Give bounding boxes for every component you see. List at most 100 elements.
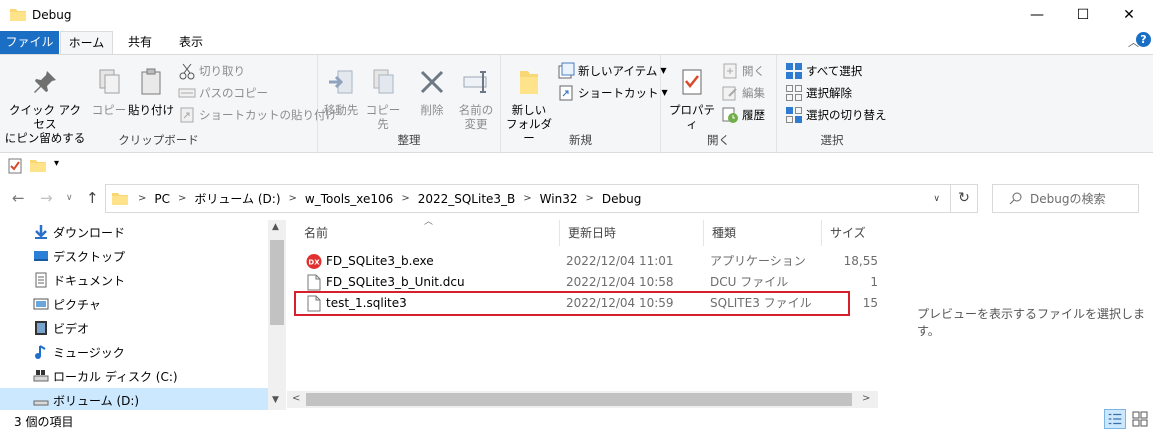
chevron-right-icon[interactable]: >: [289, 193, 297, 204]
search-icon: [1009, 192, 1022, 205]
select-none-label: 選択解除: [806, 86, 852, 100]
nav-item-volume-d[interactable]: ボリューム (D:): [0, 388, 268, 410]
tab-home[interactable]: ホーム: [60, 31, 113, 54]
properties-check-icon[interactable]: [8, 158, 22, 174]
nav-item-videos[interactable]: ビデオ: [0, 316, 268, 340]
nav-item-label: ローカル ディスク (C:): [53, 369, 178, 384]
minimize-button[interactable]: —: [1014, 0, 1060, 30]
new-shortcut-button[interactable]: ショートカット ▼: [557, 83, 668, 103]
select-none-icon: [786, 85, 802, 101]
explorer-window: Debug — ☐ ✕ ファイル ホーム 共有 表示 ︿ ? クイック アクセス…: [0, 0, 1153, 432]
edit-button[interactable]: 編集: [721, 83, 765, 103]
breadcrumb-w-tools[interactable]: w_Tools_xe106: [305, 192, 393, 206]
copy-label: コピー: [91, 103, 127, 117]
folder-icon[interactable]: [30, 159, 46, 172]
paste-shortcut-button[interactable]: ショートカットの貼り付け: [178, 105, 337, 125]
breadcrumb-sqlite[interactable]: 2022_SQLite3_B: [418, 192, 516, 206]
tab-view[interactable]: 表示: [168, 31, 214, 54]
copy-to-button[interactable]: コピー先: [362, 67, 404, 131]
delete-button[interactable]: 削除: [412, 67, 452, 117]
open-button[interactable]: 開く: [721, 61, 765, 81]
column-header-type[interactable]: 種類: [704, 220, 822, 246]
scroll-right-icon[interactable]: >: [862, 393, 870, 404]
select-none-button[interactable]: 選択解除: [785, 83, 852, 103]
nav-item-downloads[interactable]: ダウンロード: [0, 220, 268, 244]
drive-icon: [33, 370, 49, 382]
chevron-right-icon[interactable]: >: [401, 193, 409, 204]
properties-button[interactable]: プロパティ: [667, 67, 717, 131]
help-icon[interactable]: ?: [1136, 32, 1151, 47]
chevron-right-icon[interactable]: >: [585, 193, 593, 204]
back-arrow-icon[interactable]: ←: [12, 189, 25, 207]
address-bar[interactable]: > PC > ボリューム (D:) > w_Tools_xe106 > 2022…: [105, 184, 951, 213]
file-name: FD_SQLite3_b.exe: [326, 254, 434, 268]
chevron-right-icon[interactable]: >: [178, 193, 186, 204]
paste-button[interactable]: 貼り付け: [128, 67, 174, 117]
cut-button[interactable]: 切り取り: [178, 61, 245, 81]
open-icon: [723, 63, 737, 79]
file-row[interactable]: DX FD_SQLite3_b.exe 2022/12/04 11:01 アプリ…: [304, 251, 878, 272]
folder-icon: [10, 9, 26, 21]
up-arrow-icon[interactable]: ↑: [86, 189, 99, 207]
rename-button[interactable]: 名前の 変更: [454, 67, 498, 131]
new-item-icon: [558, 62, 575, 79]
maximize-button[interactable]: ☐: [1060, 0, 1106, 30]
copy-button[interactable]: コピー: [90, 67, 128, 117]
preview-message: プレビューを表示するファイルを選択します。: [917, 307, 1146, 338]
nav-item-documents[interactable]: ドキュメント: [0, 268, 268, 292]
move-to-button[interactable]: 移動先: [320, 67, 362, 117]
file-row[interactable]: FD_SQLite3_b_Unit.dcu 2022/12/04 10:58 D…: [304, 272, 878, 293]
column-header-name[interactable]: 名前: [296, 220, 560, 246]
nav-item-local-disk-c[interactable]: ローカル ディスク (C:): [0, 364, 268, 388]
group-organize: 移動先 コピー先 削除 名前の 変更 整理: [318, 55, 501, 153]
group-label-new: 新規: [569, 133, 592, 147]
file-icon: [307, 274, 321, 291]
invert-selection-button[interactable]: 選択の切り替え: [785, 105, 887, 125]
new-item-button[interactable]: 新しいアイテム ▼: [557, 61, 667, 81]
new-item-label: 新しいアイテム: [578, 64, 658, 78]
nav-item-desktop[interactable]: デスクトップ: [0, 244, 268, 268]
exe-icon: DX: [306, 254, 322, 269]
desktop-icon: [34, 251, 48, 261]
scroll-up-icon[interactable]: ▲: [272, 222, 279, 232]
large-icons-view-icon[interactable]: [1130, 409, 1150, 429]
breadcrumb-win32[interactable]: Win32: [540, 192, 578, 206]
nav-item-music[interactable]: ミュージック: [0, 340, 268, 364]
breadcrumb-volume-d[interactable]: ボリューム (D:): [194, 190, 280, 207]
select-all-button[interactable]: すべて選択: [785, 61, 862, 81]
column-header-size[interactable]: サイズ: [822, 220, 878, 246]
file-size: 18,55: [843, 254, 878, 268]
breadcrumb-debug[interactable]: Debug: [602, 192, 641, 206]
horizontal-scrollbar-thumb[interactable]: [306, 393, 852, 406]
refresh-icon[interactable]: ↻: [951, 184, 978, 213]
chevron-right-icon[interactable]: >: [523, 193, 531, 204]
group-label-open: 開く: [707, 133, 730, 147]
nav-item-label: ピクチャ: [53, 297, 101, 312]
details-view-icon[interactable]: [1104, 409, 1126, 429]
nav-scrollbar-thumb[interactable]: [270, 240, 284, 325]
invert-selection-icon: [786, 107, 802, 123]
search-input[interactable]: Debugの検索: [992, 184, 1139, 213]
group-new: 新しい フォルダー 新しいアイテム ▼ ショートカット ▼ 新規: [501, 55, 668, 153]
chevron-right-icon[interactable]: >: [138, 193, 146, 204]
search-placeholder: Debugの検索: [1030, 192, 1106, 206]
qat-dropdown-icon[interactable]: ▾: [54, 158, 59, 169]
copy-path-button[interactable]: パスのコピー: [178, 83, 268, 103]
tab-file[interactable]: ファイル: [0, 31, 59, 54]
address-dropdown-icon[interactable]: ∨: [933, 194, 940, 204]
recent-dropdown-icon[interactable]: ∨: [66, 193, 73, 203]
scroll-left-icon[interactable]: <: [292, 393, 300, 404]
nav-item-pictures[interactable]: ピクチャ: [0, 292, 268, 316]
scroll-down-icon[interactable]: ▼: [272, 395, 279, 405]
column-header-modified[interactable]: 更新日時: [560, 220, 704, 246]
copy-to-icon: [373, 69, 394, 94]
edit-icon: [722, 86, 737, 101]
forward-arrow-icon[interactable]: →: [40, 189, 53, 207]
window-title: Debug: [32, 8, 72, 22]
close-button[interactable]: ✕: [1106, 0, 1152, 30]
tab-share[interactable]: 共有: [118, 31, 162, 54]
history-button[interactable]: 履歴: [721, 105, 765, 125]
breadcrumb-pc[interactable]: PC: [154, 192, 170, 206]
drive-icon: [33, 400, 49, 406]
group-open: プロパティ 開く 編集 履歴 開く: [661, 55, 777, 153]
